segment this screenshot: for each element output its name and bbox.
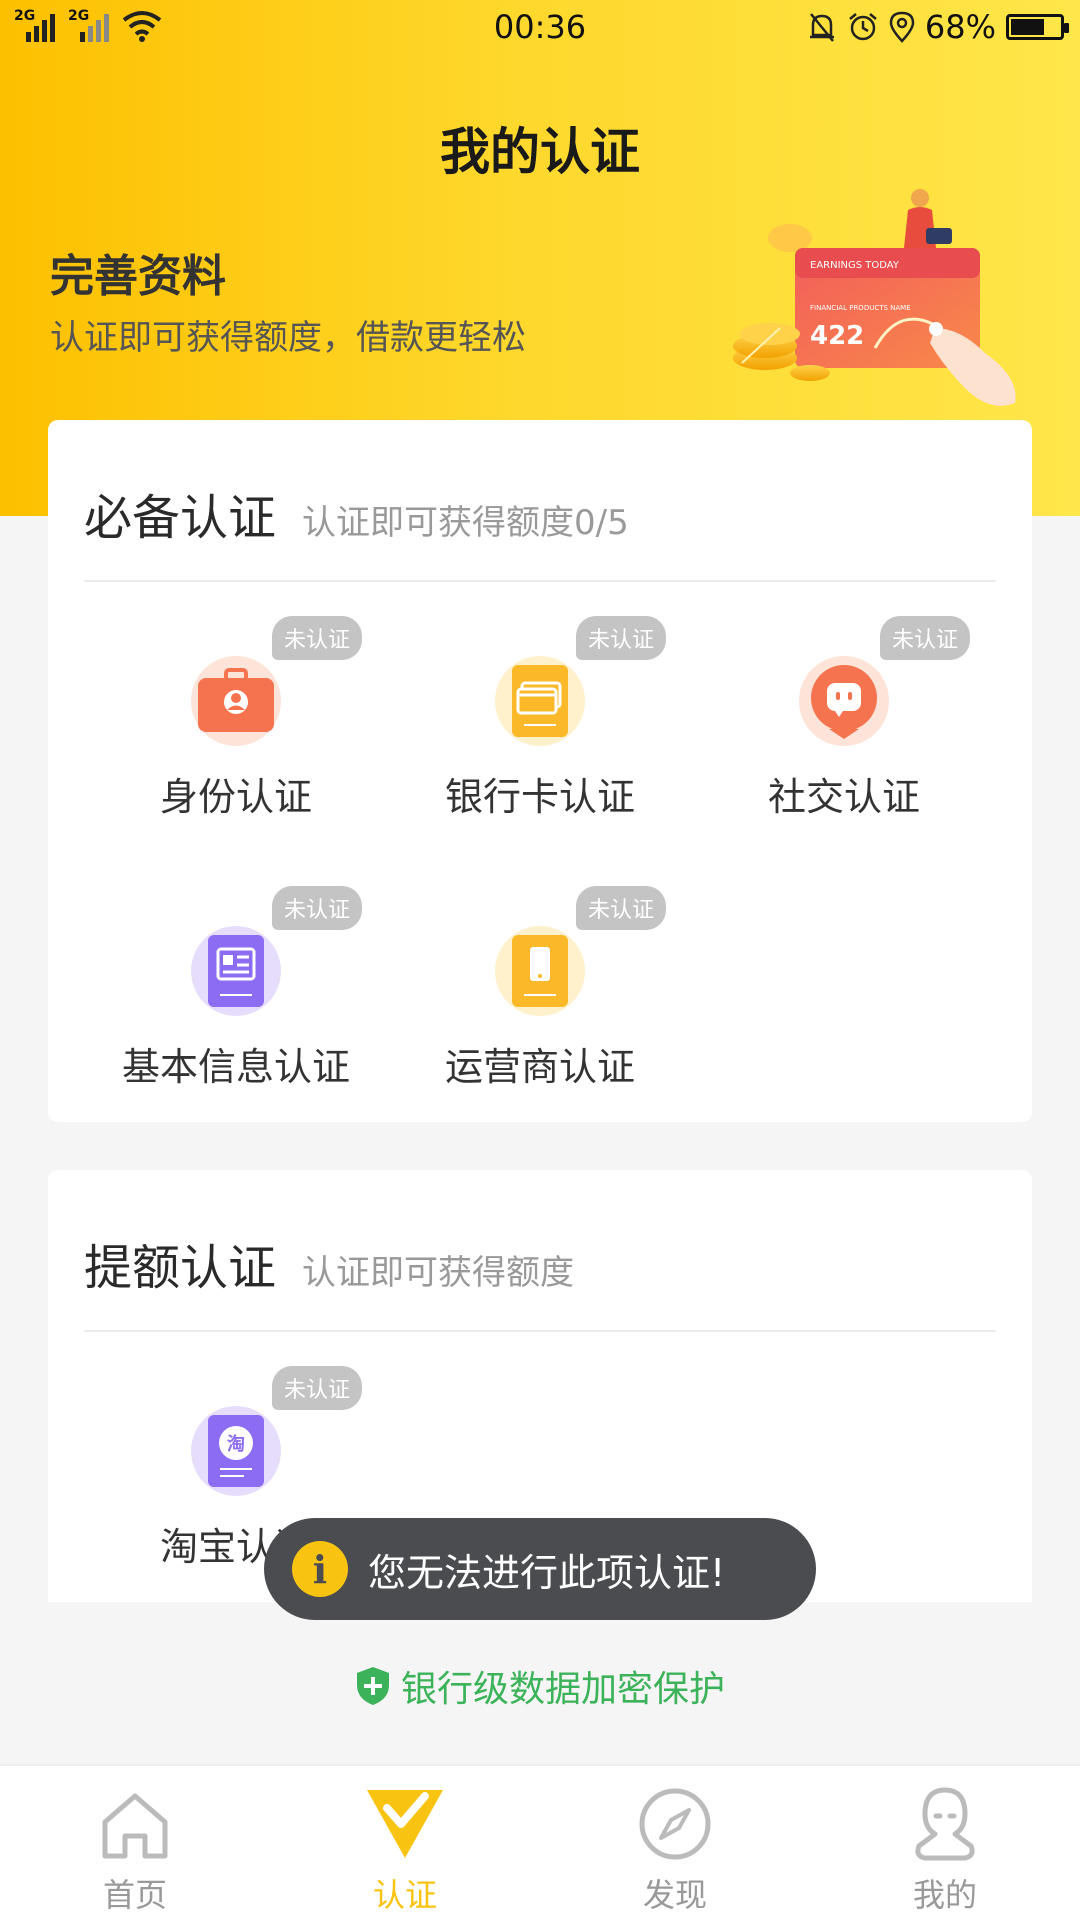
illus-card-line2: FINANCIAL PRODUCTS NAME [810, 304, 911, 312]
verify-item-carrier[interactable]: 未认证 运营商认证 [388, 886, 692, 1106]
profile-icon [915, 1787, 975, 1861]
section-divider [84, 1330, 996, 1332]
illus-card-value: 422 [810, 321, 864, 351]
shield-icon [356, 1667, 389, 1705]
verify-item-label: 身份认证 [159, 775, 312, 819]
toast-text: 您无法进行此项认证! [368, 1550, 726, 1595]
page-title: 我的认证 [440, 123, 640, 181]
status-badge: 未认证 [575, 616, 667, 660]
tab-home[interactable]: 首页 [0, 1766, 270, 1920]
boost-section-title: 提额认证 [84, 1240, 277, 1296]
tab-label: 我的 [912, 1876, 977, 1914]
phone-icon [495, 926, 585, 1016]
tab-label: 发现 [642, 1876, 707, 1914]
location-icon [889, 11, 915, 43]
earnings-card-illustration: EARNINGS TODAY FINANCIAL PRODUCTS NAME 4… [733, 189, 1016, 406]
hero-title: 完善资料 [50, 251, 226, 302]
compass-icon [639, 1788, 711, 1860]
tab-label: 首页 [102, 1876, 167, 1914]
verify-item-identity[interactable]: 未认证 身份认证 [84, 616, 388, 836]
security-note-text: 银行级数据加密保护 [400, 1669, 725, 1710]
id-badge-icon [191, 656, 281, 746]
tab-label: 认证 [372, 1876, 437, 1914]
toast-message: i 您无法进行此项认证! [264, 1518, 816, 1620]
info-doc-icon [191, 926, 281, 1016]
status-badge: 未认证 [879, 616, 971, 660]
battery-icon [1006, 14, 1069, 40]
status-badge: 未认证 [271, 1366, 363, 1410]
status-badge: 未认证 [575, 886, 667, 930]
security-note: 银行级数据加密保护 [0, 1660, 1080, 1712]
screen: 2G 2G 00:36 68% 我的认证 完善资料 认证即可获得额度，借款更轻松… [0, 0, 1080, 1920]
bank-card-icon [495, 656, 585, 746]
status-badge: 未认证 [271, 886, 363, 930]
verify-item-bank-card[interactable]: 未认证 银行卡认证 [388, 616, 692, 836]
alarm-icon [849, 13, 877, 41]
verify-item-label: 银行卡认证 [444, 775, 635, 819]
verify-item-basic-info[interactable]: 未认证 基本信息认证 [84, 886, 388, 1106]
taobao-icon: 淘 [191, 1406, 281, 1496]
verify-check-icon [367, 1790, 443, 1858]
verify-item-label: 运营商认证 [444, 1045, 635, 1089]
verify-item-label: 基本信息认证 [121, 1045, 350, 1089]
tab-verify[interactable]: 认证 [270, 1766, 540, 1920]
required-section-subtitle: 认证即可获得额度0/5 [302, 503, 629, 543]
required-verification-card: 必备认证 认证即可获得额度0/5 未认证 身份认证 未认证 银行卡认证 未认证 … [48, 420, 1032, 1122]
info-icon: i [292, 1541, 348, 1597]
boost-section-subtitle: 认证即可获得额度 [302, 1253, 575, 1293]
hero-subtitle: 认证即可获得额度，借款更轻松 [50, 318, 526, 358]
tab-discover[interactable]: 发现 [540, 1766, 810, 1920]
bottom-tab-bar: 首页 认证 发现 我的 [0, 1764, 1080, 1920]
tab-profile[interactable]: 我的 [810, 1766, 1080, 1920]
verify-item-social[interactable]: 未认证 社交认证 [692, 616, 996, 836]
verify-item-label: 社交认证 [767, 775, 920, 819]
section-divider [84, 580, 996, 582]
chat-bubble-icon [799, 656, 889, 746]
required-section-title: 必备认证 [84, 490, 277, 546]
status-bar: 2G 2G 00:36 68% [0, 0, 1080, 56]
battery-percent: 68% [924, 8, 996, 46]
status-badge: 未认证 [271, 616, 363, 660]
home-icon [102, 1793, 168, 1859]
taobao-icon-text: 淘 [227, 1433, 245, 1455]
mute-bell-icon [809, 13, 834, 42]
illus-card-line1: EARNINGS TODAY [810, 260, 900, 271]
